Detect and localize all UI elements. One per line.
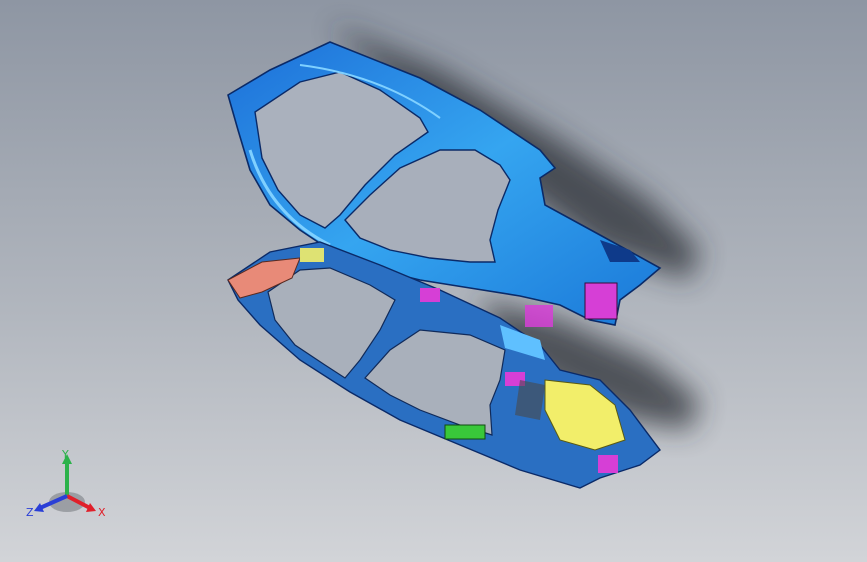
axis-triad-icon: Y X Z	[26, 448, 106, 519]
triad-x-label: X	[98, 506, 106, 519]
cad-model-view[interactable]	[0, 0, 867, 562]
view-orientation-triad[interactable]: Y X Z	[22, 446, 112, 526]
graphics-viewport[interactable]: Y X Z	[0, 0, 867, 562]
triad-y-label: Y	[61, 448, 69, 461]
triad-z-label: Z	[26, 506, 34, 519]
green-component	[444, 424, 486, 440]
bracket-detail	[584, 282, 618, 320]
